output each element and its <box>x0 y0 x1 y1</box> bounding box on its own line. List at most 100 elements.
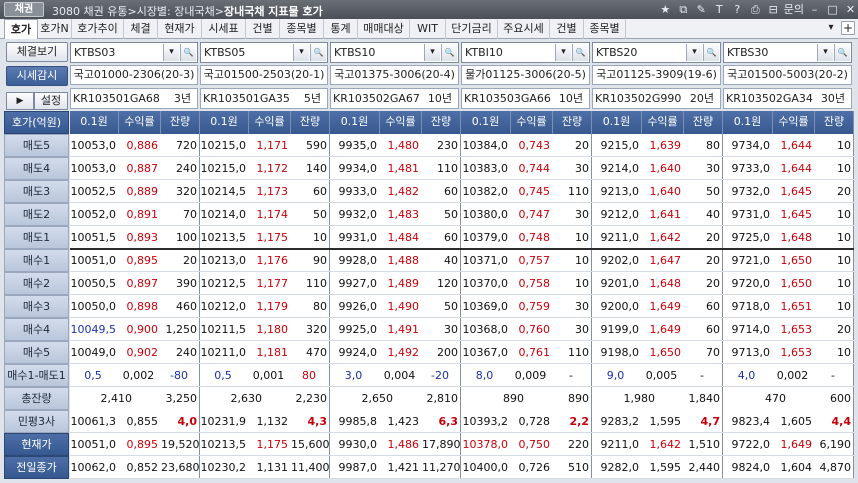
search-icon[interactable]: 🔍 <box>834 44 850 61</box>
column-header[interactable]: 0.1원 <box>592 111 642 134</box>
yield-cell: 0,758 <box>518 277 551 290</box>
add-tab-icon[interactable]: + <box>841 21 855 35</box>
tab-12[interactable]: 주요시세 <box>498 19 550 39</box>
tab-3[interactable]: 체결 <box>124 19 158 39</box>
tool-icon[interactable]: ✎ <box>694 2 709 17</box>
column-header[interactable]: 수익률 <box>642 111 684 134</box>
tab-4[interactable]: 현재가 <box>158 19 202 39</box>
row-label: 전일종가 <box>4 456 69 479</box>
chevron-down-icon[interactable]: ▾ <box>817 44 833 61</box>
prev-cell: 10062,0 <box>70 461 117 474</box>
exec-view-button[interactable]: 체결보기 <box>6 42 68 62</box>
search-icon[interactable]: 🔍 <box>310 44 326 61</box>
yield-cell: 1,490 <box>387 300 420 313</box>
tab-1[interactable]: 호가N <box>38 19 72 39</box>
tab-11[interactable]: 단기금리 <box>446 19 498 39</box>
tab-13[interactable]: 건별 <box>550 19 584 39</box>
term-label: 10년 <box>427 92 452 105</box>
print-icon[interactable]: ⎙ <box>748 2 763 17</box>
total-sell: 470 <box>765 392 786 405</box>
code-select[interactable]: KTBS03 ▾ 🔍 <box>70 42 198 63</box>
column-header[interactable]: 수익률 <box>249 111 291 134</box>
price-cell: 0,5 <box>214 369 232 382</box>
yield-cell: 1,492 <box>387 346 420 359</box>
search-icon[interactable]: 🔍 <box>703 44 719 61</box>
tab-5[interactable]: 시세표 <box>202 19 246 39</box>
qty-cell: 70 <box>183 208 197 221</box>
current-cell: 15,600 <box>291 438 330 451</box>
code-select[interactable]: KTBS30 ▾ 🔍 <box>723 42 852 63</box>
maximize-icon[interactable]: □ <box>825 2 840 17</box>
link-icon[interactable]: ⧉ <box>676 2 691 17</box>
tab-0[interactable]: 호가 <box>4 19 38 39</box>
tab-menu-icon[interactable]: ▾ <box>824 21 838 35</box>
yield-cell: 1,176 <box>256 254 289 267</box>
chevron-down-icon[interactable]: ▾ <box>424 44 440 61</box>
qty-cell: 80 <box>302 369 316 382</box>
play-icon[interactable]: ▶ <box>6 92 34 110</box>
column-header[interactable]: 0.1원 <box>200 111 249 134</box>
qty-cell: 110 <box>568 185 589 198</box>
code-select[interactable]: KTBS10 ▾ 🔍 <box>330 42 459 63</box>
column-header[interactable]: 잔량 <box>553 111 592 134</box>
column-header[interactable]: 0.1원 <box>330 111 380 134</box>
search-icon[interactable]: 🔍 <box>441 44 457 61</box>
search-icon[interactable]: 🔍 <box>180 44 196 61</box>
screen-number: 3080 <box>52 5 80 18</box>
row-label: 매도3 <box>4 180 69 203</box>
column-header[interactable]: 0.1원 <box>70 111 119 134</box>
tab-6[interactable]: 건별 <box>246 19 280 39</box>
chevron-down-icon[interactable]: ▾ <box>686 44 702 61</box>
bond-name: 물가01125-3006(20-5) <box>461 65 590 85</box>
inquiry-button[interactable]: 문의 <box>784 2 804 17</box>
tab-2[interactable]: 호가추이 <box>72 19 124 39</box>
column-header[interactable]: 잔량 <box>815 111 854 134</box>
title-main: 장내국채 지표물 호가 <box>223 5 323 18</box>
monitor-button[interactable]: 시세감시 <box>6 66 68 86</box>
qty-cell: 10 <box>313 231 327 244</box>
total-sell: 2,410 <box>100 392 133 405</box>
code-select[interactable]: KTBI10 ▾ 🔍 <box>461 42 590 63</box>
yield-cell: 0,891 <box>126 208 159 221</box>
minimize-icon[interactable]: – <box>807 2 822 17</box>
total-sell: 2,630 <box>230 392 263 405</box>
current-cell: 10213,5 <box>200 438 247 451</box>
column-header[interactable]: 수익률 <box>773 111 815 134</box>
star-icon[interactable]: ★ <box>658 2 673 17</box>
tab-8[interactable]: 통계 <box>324 19 358 39</box>
row-label: 매수4 <box>4 318 69 341</box>
qty-cell: 240 <box>176 346 197 359</box>
column-header[interactable]: 수익률 <box>511 111 553 134</box>
column-header[interactable]: 잔량 <box>422 111 461 134</box>
qty-cell: 10 <box>837 208 851 221</box>
chevron-down-icon[interactable]: ▾ <box>163 44 179 61</box>
pin-icon[interactable]: ⊟ <box>766 2 781 17</box>
tab-9[interactable]: 매매대상 <box>358 19 410 39</box>
help-icon[interactable]: ? <box>730 2 745 17</box>
column-header[interactable]: 잔량 <box>161 111 200 134</box>
chevron-down-icon[interactable]: ▾ <box>555 44 571 61</box>
price-cell: 9928,0 <box>338 254 378 267</box>
close-icon[interactable]: ✕ <box>843 2 858 17</box>
search-icon[interactable]: 🔍 <box>572 44 588 61</box>
prev-cell: 9282,0 <box>600 461 640 474</box>
text-icon[interactable]: T <box>712 2 727 17</box>
column-header[interactable]: 잔량 <box>684 111 723 134</box>
chevron-down-icon[interactable]: ▾ <box>293 44 309 61</box>
price-cell: 10050,0 <box>70 300 117 313</box>
tab-7[interactable]: 종목별 <box>280 19 324 39</box>
column-header[interactable]: 0.1원 <box>461 111 511 134</box>
prev-cell: 1,595 <box>649 461 682 474</box>
column-header[interactable]: 잔량 <box>291 111 330 134</box>
price-cell: 9713,0 <box>731 346 771 359</box>
tab-10[interactable]: WIT <box>410 19 446 39</box>
tab-14[interactable]: 종목별 <box>584 19 626 39</box>
minpyeong-cell: 2,2 <box>569 415 590 428</box>
code-select[interactable]: KTBS05 ▾ 🔍 <box>200 42 328 63</box>
column-header[interactable]: 수익률 <box>119 111 161 134</box>
column-header[interactable]: 수익률 <box>380 111 422 134</box>
yield-cell: 1,648 <box>780 231 813 244</box>
setting-button[interactable]: 설정 <box>34 92 68 110</box>
column-header[interactable]: 0.1원 <box>723 111 773 134</box>
code-select[interactable]: KTBS20 ▾ 🔍 <box>592 42 721 63</box>
